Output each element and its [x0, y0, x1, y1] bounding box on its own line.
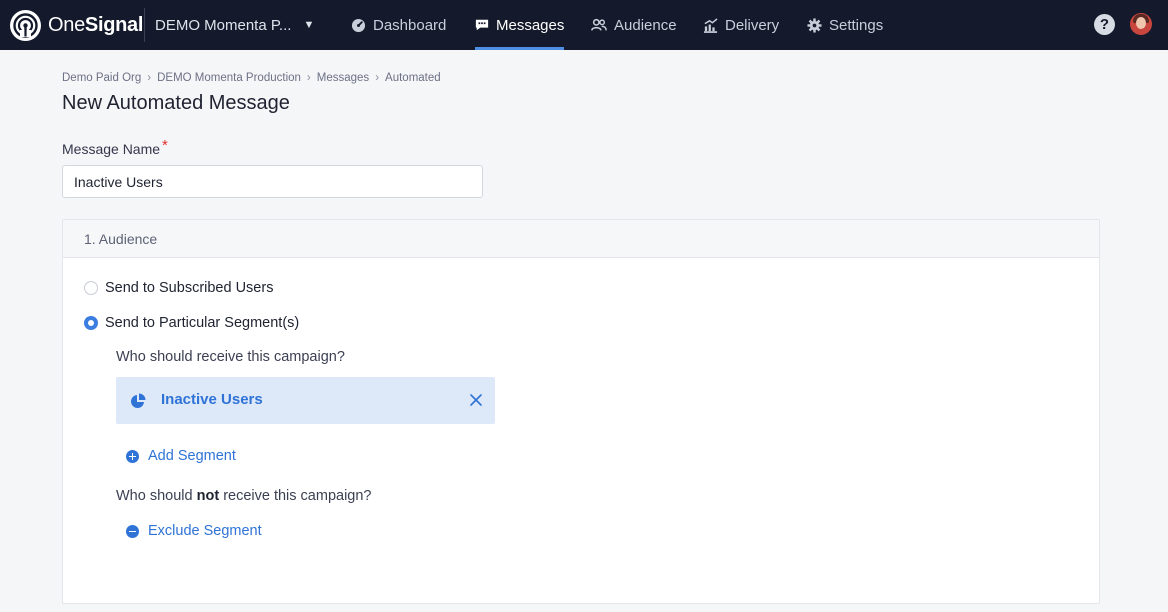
breadcrumb: Demo Paid Org › DEMO Momenta Production …: [62, 72, 441, 84]
nav-settings-label: Settings: [829, 16, 884, 34]
remove-circle-icon: [126, 524, 139, 538]
nav-dashboard-label: Dashboard: [373, 16, 447, 34]
breadcrumb-automated[interactable]: Automated: [385, 72, 441, 84]
breadcrumb-app[interactable]: DEMO Momenta Production: [157, 72, 301, 84]
breadcrumb-messages[interactable]: Messages: [317, 72, 369, 84]
onesignal-logo-icon: [10, 9, 41, 41]
breadcrumb-separator-icon: ›: [306, 72, 311, 84]
logo-text: OneSignal: [48, 14, 143, 37]
nav-messages[interactable]: Messages: [475, 0, 565, 50]
page-title: New Automated Message: [62, 92, 290, 114]
exclude-segment-button[interactable]: Exclude Segment: [126, 523, 262, 539]
chevron-down-icon: ▼: [303, 19, 315, 31]
audience-icon: [591, 18, 607, 31]
exclude-question-bold: not: [196, 488, 220, 504]
delivery-icon: [703, 17, 718, 33]
nav-delivery[interactable]: Delivery: [703, 0, 779, 50]
nav-messages-label: Messages: [496, 16, 565, 34]
radio-send-to-segments[interactable]: Send to Particular Segment(s): [84, 315, 299, 331]
dashboard-icon: [351, 18, 366, 32]
logo-text-light: One: [48, 13, 85, 36]
app-selector-dropdown[interactable]: DEMO Momenta P... ▼: [155, 0, 314, 50]
add-circle-icon: [126, 449, 139, 463]
nav-delivery-label: Delivery: [725, 16, 780, 34]
nav-settings[interactable]: Settings: [807, 0, 883, 50]
logo-text-bold: Signal: [84, 13, 144, 36]
nav-audience-label: Audience: [614, 16, 677, 34]
exclude-question-after: receive this campaign?: [223, 488, 372, 504]
top-nav-bar: OneSignal DEMO Momenta P... ▼ Dashboard …: [0, 0, 1168, 50]
add-segment-label: Add Segment: [148, 448, 236, 464]
remove-segment-close-icon[interactable]: [469, 393, 483, 407]
breadcrumb-separator-icon: ›: [147, 72, 152, 84]
required-marker: *: [162, 137, 168, 154]
include-question: Who should receive this campaign?: [116, 349, 345, 365]
app-selector-label: DEMO Momenta P...: [155, 16, 292, 34]
message-name-input[interactable]: [62, 165, 483, 198]
nav-dashboard[interactable]: Dashboard: [351, 0, 446, 50]
avatar-face: [1136, 17, 1146, 29]
exclude-segment-label: Exclude Segment: [148, 523, 262, 539]
add-segment-button[interactable]: Add Segment: [126, 448, 236, 464]
message-name-label-text: Message Name: [62, 141, 161, 157]
exclude-question: Who should not receive this campaign?: [116, 488, 372, 504]
message-name-label: Message Name *: [62, 137, 168, 158]
radio-selected-icon[interactable]: [84, 316, 98, 330]
included-segment-name: Inactive Users: [161, 391, 263, 408]
segment-pie-icon: [131, 393, 146, 408]
onesignal-logo[interactable]: OneSignal: [10, 9, 143, 41]
messages-icon: [475, 19, 489, 31]
radio-send-to-segments-label: Send to Particular Segment(s): [105, 315, 300, 331]
nav-audience[interactable]: Audience: [591, 0, 677, 50]
nav-divider: [144, 8, 145, 42]
exclude-question-before: Who should: [116, 488, 193, 504]
breadcrumb-org[interactable]: Demo Paid Org: [62, 72, 141, 84]
breadcrumb-separator-icon: ›: [375, 72, 380, 84]
user-avatar[interactable]: [1130, 13, 1152, 35]
settings-icon: [807, 17, 822, 33]
audience-card: 1. Audience Send to Subscribed Users Sen…: [62, 219, 1100, 604]
audience-card-header: 1. Audience: [63, 220, 1099, 258]
included-segment-chip: Inactive Users: [116, 377, 495, 424]
help-icon[interactable]: ?: [1094, 14, 1115, 35]
radio-send-to-subscribed[interactable]: Send to Subscribed Users: [84, 280, 273, 296]
radio-unselected-icon[interactable]: [84, 281, 98, 295]
radio-send-to-subscribed-label: Send to Subscribed Users: [105, 280, 274, 296]
